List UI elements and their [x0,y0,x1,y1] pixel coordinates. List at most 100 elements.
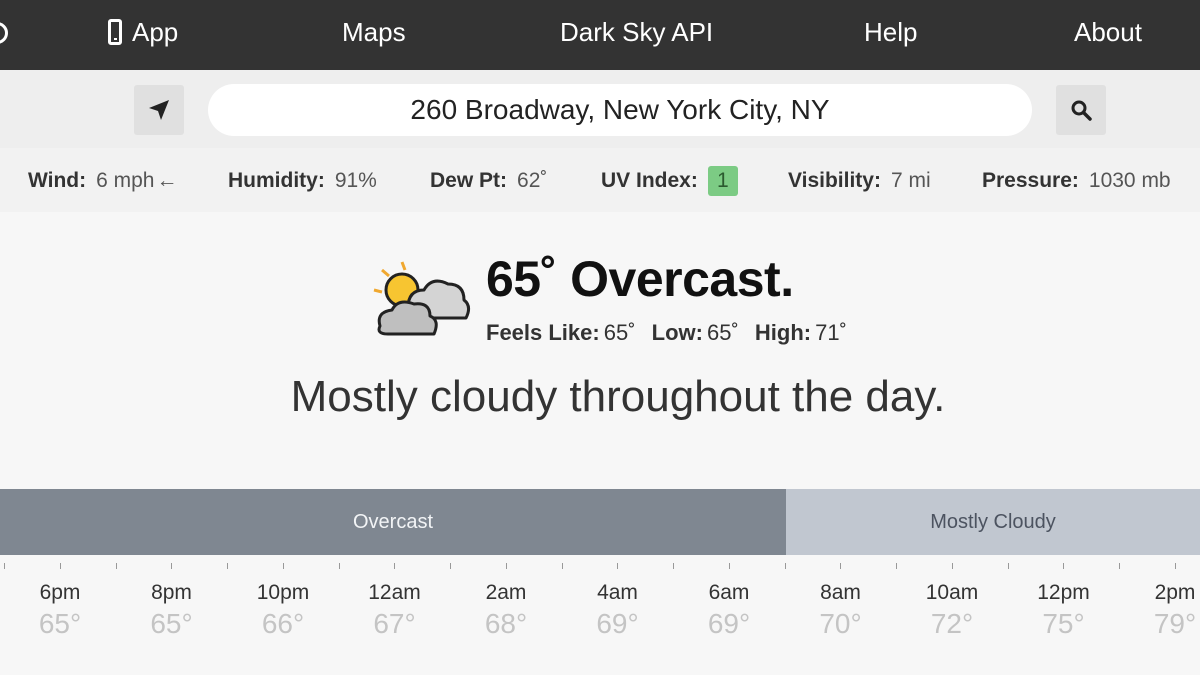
hour-temperature: 65° [38,608,82,639]
hour-temperature: 67° [373,608,416,639]
hour-temperature: 72° [930,608,974,639]
search-bar [0,70,1200,148]
timeline-tick [617,563,618,569]
timeline-tick [896,563,897,569]
timeline-tick [283,563,284,569]
humidity-label: Humidity: [228,169,325,192]
timeline-segment-overcast[interactable]: Overcast [0,489,786,555]
feels-like-label: Feels Like: [486,320,600,345]
uv-index-stat: UV Index: 1 [601,166,738,196]
uv-index-badge: 1 [707,166,738,196]
timeline-tick [506,563,507,569]
wind-direction-icon: ← [156,169,178,192]
low-value: 65˚ [706,320,739,345]
hour-item: 12pm 75° [1024,580,1104,642]
nav-app-label: App [132,17,179,47]
dark-sky-logo-icon[interactable] [0,22,8,44]
locate-button[interactable] [134,85,184,135]
hour-item: 10am 72° [912,580,992,642]
hour-item: 6pm 65° [20,580,100,642]
uv-index-label: UV Index: [601,169,698,192]
hour-time: 2pm [1154,581,1196,604]
dew-point-value: 62˚ [517,169,548,192]
hour-time: 10am [925,581,979,604]
nav-help-link[interactable]: Help [864,16,917,48]
hour-item: 2pm 79° [1135,580,1200,642]
hour-item: 8am 70° [801,580,881,642]
temperature-details: Feels Like: 65˚ Low: 65˚ High: 71˚ [486,320,857,346]
hour-item: 8pm 65° [132,580,212,642]
wind-value: 6 mph [96,169,155,192]
visibility-stat: Visibility: 7 mi [788,166,931,196]
current-headline: 65˚ Overcast. [486,251,794,307]
hour-time: 8pm [151,581,192,604]
location-arrow-icon [149,100,169,120]
hour-time: 8am [820,581,861,604]
hour-time: 12am [368,581,421,604]
timeline-tick [1063,563,1064,569]
hour-temperature: 65° [150,608,193,639]
hour-temperature: 75° [1042,608,1085,639]
low-label: Low: [651,320,703,345]
hour-temperature: 79° [1153,608,1197,639]
timeline-tick [4,563,5,569]
hour-item: 10pm 66° [243,580,323,642]
timeline-segment-mostly-cloudy[interactable]: Mostly Cloudy [786,489,1200,555]
hour-temperature: 68° [484,608,528,639]
hour-time: 2am [485,581,527,604]
timeline-tick [562,563,563,569]
timeline-tick [116,563,117,569]
pressure-value: 1030 mb [1088,169,1171,192]
location-search-input[interactable] [208,84,1032,136]
search-icon [1071,100,1092,121]
timeline-tick [339,563,340,569]
day-summary: Mostly cloudy throughout the day. [290,372,946,421]
conditions-bar: Wind: 6 mph← Humidity: 91% Dew Pt: 62˚ UV I… [0,148,1200,212]
pressure-stat: Pressure: 1030 mb [982,166,1171,196]
hour-item: 2am 68° [466,580,546,642]
dew-point-stat: Dew Pt: 62˚ [430,166,547,196]
feels-like-value: 65˚ [603,320,636,345]
hour-item: 4am 69° [578,580,658,642]
visibility-label: Visibility: [788,169,881,192]
hour-time: 4am [597,581,638,604]
timeline-tick [60,563,61,569]
timeline-tick [1119,563,1120,569]
timeline-tick [171,563,172,569]
hour-time: 6am [708,581,750,604]
hour-item: 12am 67° [355,580,435,642]
timeline-tick [729,563,730,569]
visibility-value: 7 mi [890,169,931,192]
dew-point-label: Dew Pt: [430,169,508,192]
timeline-tick [952,563,953,569]
hour-temperature: 66° [261,608,305,639]
high-label: High: [754,320,812,345]
pressure-label: Pressure: [982,169,1079,192]
hour-temperature: 69° [707,608,751,639]
wind-stat: Wind: 6 mph← [28,166,178,196]
humidity-value: 91% [334,169,377,192]
hour-time: 6pm [39,581,81,604]
search-button[interactable] [1056,85,1106,135]
timeline-tick [785,563,786,569]
humidity-stat: Humidity: 91% [228,166,377,196]
wind-label: Wind: [28,169,87,192]
nav-maps-link[interactable]: Maps [342,16,406,48]
nav-about-link[interactable]: About [1074,16,1142,48]
hour-temperature: 70° [819,608,862,639]
timeline-tick [1008,563,1009,569]
timeline-tick [450,563,451,569]
timeline-tick [673,563,674,569]
hour-item: 6am 69° [689,580,769,642]
nav-api-link[interactable]: Dark Sky API [560,16,713,48]
partly-cloudy-day-icon [373,261,471,336]
timeline-ticks [0,555,1200,575]
timeline-tick [1175,563,1176,569]
timeline-tick [840,563,841,569]
top-nav: App Maps Dark Sky API Help About [0,0,1200,70]
high-value: 71˚ [815,320,847,345]
hour-temperature: 69° [596,608,639,639]
nav-app-link[interactable]: App [108,16,178,48]
timeline-tick [227,563,228,569]
timeline-tick [394,563,395,569]
